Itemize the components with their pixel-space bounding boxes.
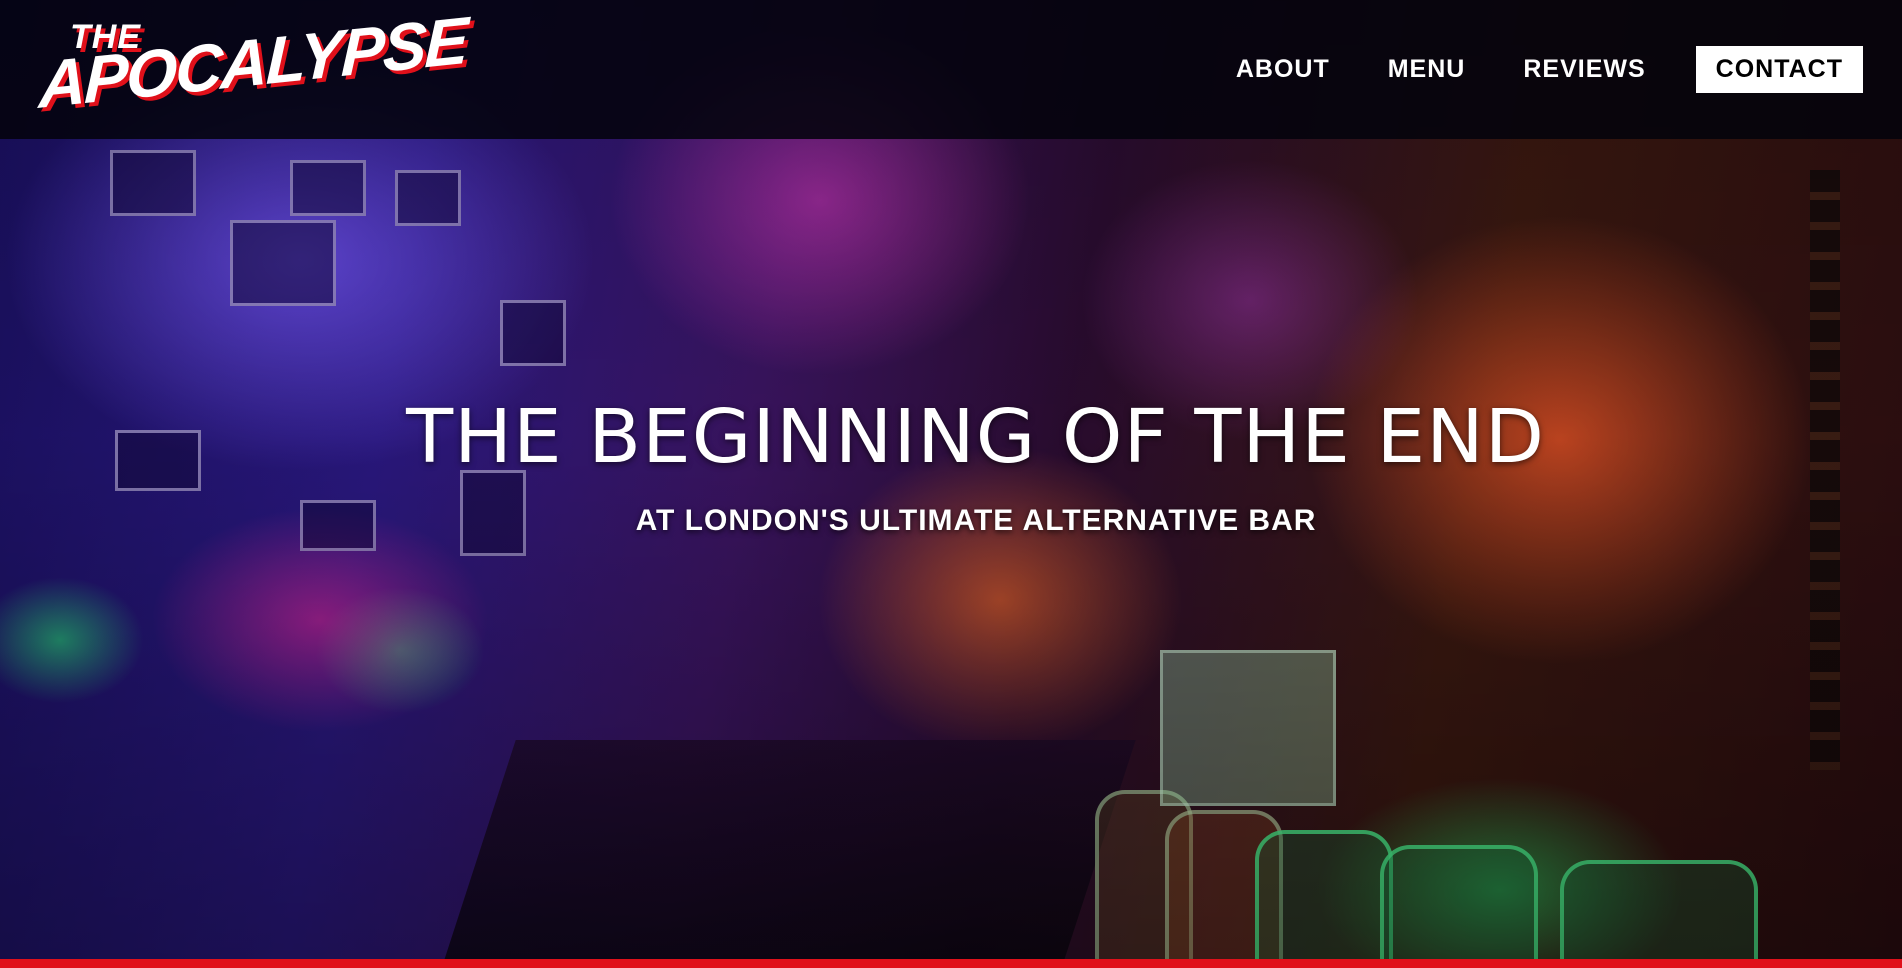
site-logo[interactable]: THE APOCALYPSE xyxy=(38,2,468,132)
main-nav: ABOUT MENU REVIEWS CONTACT xyxy=(1178,46,1863,93)
page: THE APOCALYPSE ABOUT MENU REVIEWS CONTAC… xyxy=(0,0,1902,968)
nav-link-about[interactable]: ABOUT xyxy=(1236,55,1330,84)
nav-link-reviews[interactable]: REVIEWS xyxy=(1523,55,1645,84)
hero-text-block: THE BEGINNING OF THE END AT LONDON'S ULT… xyxy=(0,400,1902,538)
contact-button[interactable]: CONTACT xyxy=(1695,46,1863,93)
hero-subtitle: AT LONDON'S ULTIMATE ALTERNATIVE BAR xyxy=(635,504,1317,537)
hero-title: THE BEGINNING OF THE END xyxy=(406,394,1546,480)
accent-strip xyxy=(0,959,1902,968)
site-header: THE APOCALYPSE ABOUT MENU REVIEWS CONTAC… xyxy=(0,0,1902,139)
nav-link-menu[interactable]: MENU xyxy=(1388,55,1466,84)
